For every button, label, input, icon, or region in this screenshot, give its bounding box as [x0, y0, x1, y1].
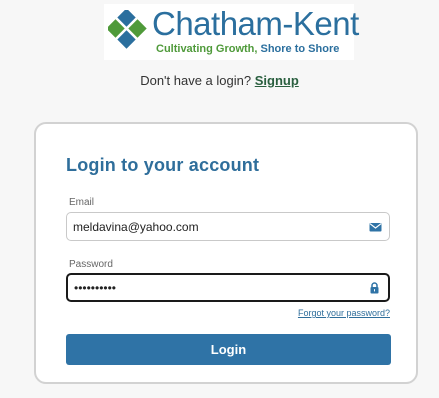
- email-input[interactable]: [67, 213, 357, 240]
- password-field-wrapper: [66, 273, 390, 302]
- brand-tagline-blue: Shore to Shore: [260, 43, 340, 55]
- brand-name: Chatham-Kent: [152, 5, 359, 42]
- envelope-icon: [369, 222, 382, 231]
- login-page: Chatham-Kent Cultivating Growth, Shore t…: [0, 0, 439, 398]
- brand-logo: Chatham-Kent Cultivating Growth, Shore t…: [104, 4, 359, 60]
- login-card-title: Login to your account: [66, 155, 260, 175]
- login-card: Login to your account Email Password For…: [34, 122, 418, 384]
- password-input[interactable]: [68, 275, 358, 300]
- password-label: Password: [69, 259, 113, 270]
- signup-link[interactable]: Signup: [255, 73, 299, 88]
- lock-icon: [370, 281, 379, 293]
- login-button[interactable]: Login: [66, 334, 391, 365]
- email-label: Email: [69, 197, 95, 208]
- email-field-wrapper: [66, 212, 390, 241]
- brand-tagline-green: Cultivating Growth,: [156, 43, 261, 55]
- signup-prompt-text: Don't have a login?: [140, 73, 252, 88]
- brand-tagline: Cultivating Growth, Shore to Shore: [156, 43, 339, 55]
- forgot-password-link[interactable]: Forgot your password?: [298, 308, 390, 318]
- chatham-kent-logo-mark-icon: [108, 10, 147, 49]
- signup-prompt-line: Don't have a login? Signup: [0, 73, 439, 88]
